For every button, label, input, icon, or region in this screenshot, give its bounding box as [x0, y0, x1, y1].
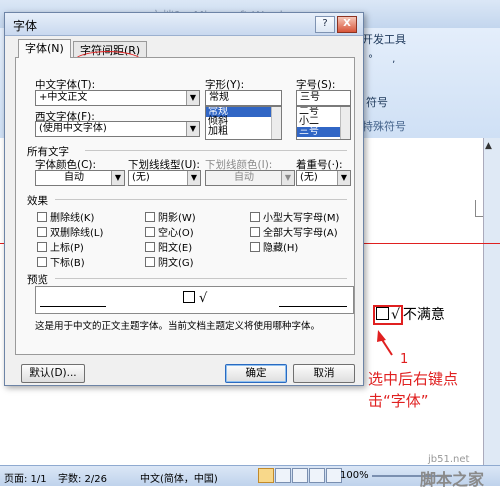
listbox-scrollbar[interactable]	[340, 107, 350, 139]
underline-color-value: 自动	[234, 172, 254, 183]
font-dialog: 字体 ? X 字体(N) 字符间距(R) 中文字体(T): +中文正文 ▼ 西文…	[4, 12, 364, 386]
view-buttons	[258, 468, 343, 486]
checkbox-label: 空心(O)	[158, 228, 194, 239]
underline-combo[interactable]: (无) ▼	[128, 170, 201, 186]
list-item[interactable]: 加粗	[206, 127, 281, 137]
dialog-title: 字体	[13, 19, 38, 33]
double-strikethrough-checkbox[interactable]: 双删除线(L)	[37, 224, 103, 239]
size-input[interactable]: 三号	[296, 90, 351, 106]
chevron-down-icon: ▼	[281, 171, 294, 185]
west-font-combo[interactable]: (使用中文字体) ▼	[35, 121, 200, 137]
hidden-checkbox[interactable]: 隐藏(H)	[250, 239, 298, 254]
checkbox-label: 删除线(K)	[50, 213, 95, 224]
preview-heading: 预览	[27, 274, 48, 286]
print-layout-view-icon[interactable]	[258, 468, 274, 483]
chevron-down-icon[interactable]: ▼	[186, 91, 199, 105]
watermark-site: jb51.net	[428, 454, 470, 465]
chevron-down-icon[interactable]: ▼	[111, 171, 124, 185]
font-color-combo[interactable]: 自动 ▼	[35, 170, 125, 186]
checkbox-label: 全部大写字母(A)	[263, 228, 338, 239]
listbox-scrollbar[interactable]	[271, 107, 281, 139]
checkbox-box[interactable]	[145, 257, 155, 267]
style-listbox[interactable]: 常规 倾斜 加粗	[205, 106, 282, 140]
preview-text: √	[183, 291, 207, 306]
ok-button[interactable]: 确定	[225, 364, 287, 383]
tab-font[interactable]: 字体(N)	[18, 39, 71, 58]
checkbox-label: 上标(P)	[50, 243, 84, 254]
divider	[55, 278, 347, 279]
dialog-title-bar: 字体 ? X	[5, 13, 363, 36]
engrave-checkbox[interactable]: 阴文(G)	[145, 254, 194, 269]
outline-view-icon[interactable]	[309, 468, 325, 483]
emboss-checkbox[interactable]: 阳文(E)	[145, 239, 192, 254]
emphasis-combo[interactable]: (无) ▼	[296, 170, 351, 186]
checkbox-label: 小型大写字母(M)	[263, 213, 340, 224]
emphasis-value: (无)	[300, 172, 318, 183]
underline-value: (无)	[132, 172, 150, 183]
effects-heading: 效果	[27, 195, 48, 207]
checkbox-label: 阳文(E)	[158, 243, 193, 254]
status-word-count[interactable]: 字数: 2/26	[58, 470, 107, 485]
cancel-button[interactable]: 取消	[293, 364, 355, 383]
checkbox-box[interactable]	[250, 227, 260, 237]
font-note: 这是用于中文的正文主题字体。当前文档主题定义将使用哪种字体。	[35, 321, 321, 332]
all-caps-checkbox[interactable]: 全部大写字母(A)	[250, 224, 338, 239]
strikethrough-checkbox[interactable]: 删除线(K)	[37, 209, 94, 224]
checkbox-box[interactable]	[37, 242, 47, 252]
divider	[55, 199, 347, 200]
web-view-icon[interactable]	[292, 468, 308, 483]
small-caps-checkbox[interactable]: 小型大写字母(M)	[250, 209, 339, 224]
status-language[interactable]: 中文(简体，中国)	[140, 470, 218, 485]
subscript-checkbox[interactable]: 下标(B)	[37, 254, 85, 269]
divider	[85, 150, 347, 151]
cn-font-combo[interactable]: +中文正文 ▼	[35, 90, 200, 106]
chevron-down-icon[interactable]: ▼	[337, 171, 350, 185]
superscript-checkbox[interactable]: 上标(P)	[37, 239, 84, 254]
status-zoom[interactable]: 100%	[340, 470, 369, 481]
shadow-checkbox[interactable]: 阴影(W)	[145, 209, 196, 224]
cn-font-value: +中文正文	[39, 92, 88, 103]
help-button[interactable]: ?	[315, 16, 335, 33]
checkbox-label: 阴影(W)	[158, 213, 196, 224]
underline-color-combo: 自动 ▼	[205, 170, 295, 186]
preview-check: √	[199, 291, 208, 306]
size-listbox[interactable]: 二号 小二 三号	[296, 106, 351, 140]
preview-baseline-right	[279, 306, 347, 307]
style-input[interactable]: 常规	[205, 90, 282, 106]
checkbox-label: 阴文(G)	[158, 258, 194, 269]
checkbox-box[interactable]	[145, 212, 155, 222]
checkbox-glyph	[183, 291, 195, 303]
checkbox-label: 双删除线(L)	[50, 228, 104, 239]
checkbox-box[interactable]	[37, 227, 47, 237]
checkbox-box[interactable]	[250, 212, 260, 222]
chevron-down-icon[interactable]: ▼	[187, 171, 200, 185]
checkbox-label: 隐藏(H)	[263, 243, 299, 254]
full-screen-view-icon[interactable]	[275, 468, 291, 483]
preview-baseline-left	[40, 306, 106, 307]
checkbox-box[interactable]	[37, 257, 47, 267]
checkbox-label: 下标(B)	[50, 258, 85, 269]
checkbox-box[interactable]	[250, 242, 260, 252]
close-button[interactable]: X	[337, 16, 357, 33]
font-color-value: 自动	[64, 172, 84, 183]
chevron-down-icon[interactable]: ▼	[186, 122, 199, 136]
checkbox-box[interactable]	[145, 242, 155, 252]
checkbox-box[interactable]	[145, 227, 155, 237]
checkbox-box[interactable]	[37, 212, 47, 222]
default-button[interactable]: 默认(D)...	[21, 364, 85, 383]
watermark-name: 脚本之家	[420, 470, 485, 489]
outline-checkbox[interactable]: 空心(O)	[145, 224, 194, 239]
west-font-value: (使用中文字体)	[39, 123, 107, 134]
status-page[interactable]: 页面: 1/1	[4, 470, 47, 485]
preview-box: √	[35, 286, 354, 314]
